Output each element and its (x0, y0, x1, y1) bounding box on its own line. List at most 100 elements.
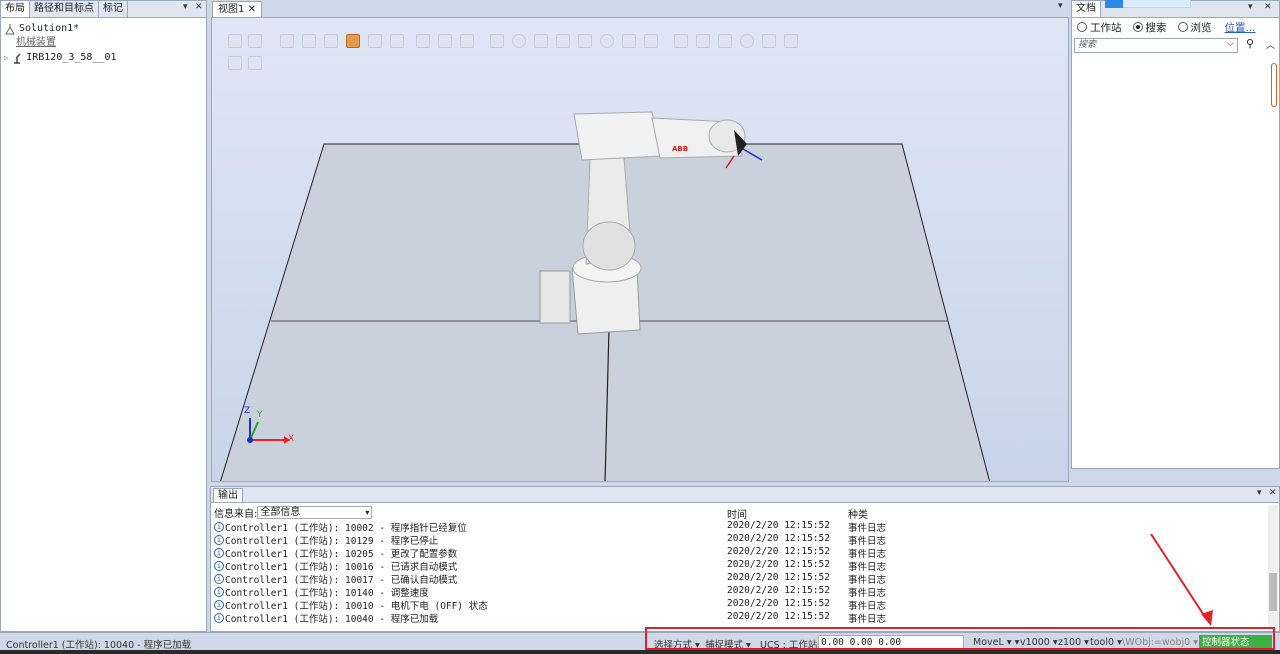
output-scrollbar[interactable] (1268, 505, 1278, 629)
log-message: Controller1 (工作站): 10016 - 已请求自动模式 (225, 561, 458, 573)
expand-icon[interactable]: ▷ (4, 54, 8, 62)
log-kind: 事件日志 (848, 575, 887, 586)
radio-search[interactable] (1132, 22, 1143, 32)
mechanism-group[interactable]: 机械装置 (1, 36, 206, 50)
axis-label-x: X (288, 434, 295, 444)
view-tabs: 视图1 ✕ ▾ (210, 0, 1070, 17)
log-time: 2020/2/20 12:15:52 (727, 598, 830, 609)
close-icon[interactable]: ✕ (195, 2, 203, 12)
log-kind: 事件日志 (848, 601, 887, 612)
doc-scope-radios: 工作站 搜索 浏览 位置... (1072, 18, 1279, 36)
left-panel-tabs: 布局 路径和目标点 标记 ▾ ✕ (1, 1, 206, 18)
tool-dropdown[interactable]: tool0 ▾ (1090, 637, 1122, 648)
log-row[interactable]: i Controller1 (工作站): 10205 - 更改了配置参数 (214, 546, 458, 560)
log-message: Controller1 (工作站): 10010 - 电机下电 (OFF) 状态 (225, 600, 488, 612)
scroll-thumb[interactable] (1269, 573, 1277, 611)
chevron-down-icon: ▾ (365, 508, 370, 517)
tab-view1[interactable]: 视图1 ✕ (212, 1, 262, 17)
column-time[interactable]: 时间 (727, 506, 747, 521)
tab-paths-targets[interactable]: 路径和目标点 (30, 1, 99, 17)
log-message: Controller1 (工作站): 10140 - 调整速度 (225, 587, 429, 599)
doc-dropdown-icon[interactable]: ▾ (1248, 2, 1253, 12)
log-time: 2020/2/20 12:15:52 (727, 533, 830, 544)
info-icon: i (214, 586, 224, 597)
taskbar-strip (0, 650, 1280, 654)
annotation-arrow (1150, 533, 1213, 626)
axis-label-y: Y (257, 410, 263, 420)
speed-dropdown[interactable]: v1000 ▾ (1020, 637, 1058, 648)
log-time: 2020/2/20 12:15:52 (727, 546, 830, 557)
view-dropdown-icon[interactable]: ▾ (1058, 1, 1063, 11)
log-kind: 事件日志 (848, 562, 887, 573)
info-icon: i (214, 560, 224, 571)
log-kind: 事件日志 (848, 523, 887, 534)
select-mode-dropdown[interactable]: 选择方式 ▾ (654, 637, 700, 651)
info-icon: i (214, 612, 224, 623)
column-kind[interactable]: 种类 (848, 506, 868, 521)
log-row[interactable]: i Controller1 (工作站): 10040 - 程序已加载 (214, 611, 438, 625)
doc-scrollbar[interactable] (1271, 63, 1277, 107)
log-time: 2020/2/20 12:15:52 (727, 520, 830, 531)
radio-browse[interactable] (1177, 22, 1188, 32)
info-icon: i (214, 521, 224, 532)
robot-label: IRB120_3_58__01 (26, 52, 117, 63)
view-panel: 视图1 ✕ ▾ ABB X Z Y (210, 0, 1070, 482)
ucs-label: UCS : 工作站 (760, 640, 818, 651)
radio-search-label: 搜索 (1145, 21, 1167, 34)
radio-station[interactable] (1077, 22, 1087, 32)
location-link[interactable]: 位置... (1225, 20, 1256, 35)
move-instruction-dropdown[interactable]: MoveL ▾ ▾ (973, 637, 1019, 648)
zone-dropdown[interactable]: z100 ▾ (1058, 637, 1089, 648)
output-dropdown-icon[interactable]: ▾ (1257, 488, 1262, 498)
log-row[interactable]: i Controller1 (工作站): 10017 - 已确认自动模式 (214, 572, 458, 586)
info-icon: i (214, 573, 224, 584)
doc-close-icon[interactable]: ✕ (1264, 2, 1272, 12)
output-tabs: 输出 ▾ ✕ (211, 487, 1279, 503)
station-icon (4, 23, 16, 35)
robot-joint-2 (582, 221, 636, 271)
log-message: Controller1 (工作站): 10205 - 更改了配置参数 (225, 548, 458, 560)
overlay-widget-icon (1105, 0, 1123, 8)
viewport-3d[interactable]: ABB X Z Y (211, 17, 1069, 482)
log-row[interactable]: i Controller1 (工作站): 10010 - 电机下电 (OFF) … (214, 598, 488, 612)
tab-layout[interactable]: 布局 (1, 1, 30, 17)
robot-logo: ABB (672, 145, 689, 153)
log-row[interactable]: i Controller1 (工作站): 10129 - 程序已停止 (214, 533, 439, 547)
solution-label: Solution1* (19, 23, 80, 34)
close-tab-icon[interactable]: ✕ (248, 4, 256, 15)
axis-label-z: Z (244, 406, 251, 416)
log-row[interactable]: i Controller1 (工作站): 10002 - 程序指针已经复位 (214, 520, 467, 534)
info-icon: i (214, 599, 224, 610)
coordinate-display[interactable]: 0.00 0.00 0.00 (818, 635, 964, 650)
wobj-dropdown[interactable]: \WObj:=wobj0 ▾ (1122, 637, 1198, 648)
tab-output[interactable]: 输出 (213, 488, 243, 502)
filter-select[interactable]: 全部信息 ▾ (257, 506, 373, 519)
tab-documents[interactable]: 文档 (1072, 1, 1101, 17)
tree-item-robot[interactable]: ▷ IRB120_3_58__01 (1, 50, 206, 65)
scene-svg (220, 111, 990, 481)
log-kind: 事件日志 (848, 549, 887, 560)
log-message: Controller1 (工作站): 10017 - 已确认自动模式 (225, 574, 458, 586)
collapse-icon[interactable]: ︿ (1266, 38, 1275, 51)
log-message: Controller1 (工作站): 10129 - 程序已停止 (225, 535, 439, 547)
search-dropdown-icon[interactable]: ⌵ (1227, 39, 1234, 49)
search-icon[interactable]: ⚲ (1246, 37, 1254, 50)
log-time: 2020/2/20 12:15:52 (727, 559, 830, 570)
log-kind: 事件日志 (848, 588, 887, 599)
dropdown-icon[interactable]: ▾ (183, 2, 188, 12)
robot-icon (11, 52, 23, 64)
robot-shoulder (573, 111, 663, 161)
tab-tags[interactable]: 标记 (99, 1, 128, 17)
layout-panel: 布局 路径和目标点 标记 ▾ ✕ Solution1* 机械装置 ▷ IRB12… (0, 0, 207, 632)
log-row[interactable]: i Controller1 (工作站): 10140 - 调整速度 (214, 585, 429, 599)
controller-status[interactable]: 控制器状态 (1199, 635, 1272, 650)
radio-station-label: 工作站 (1090, 21, 1122, 34)
info-icon: i (214, 534, 224, 545)
log-row[interactable]: i Controller1 (工作站): 10016 - 已请求自动模式 (214, 559, 458, 573)
output-close-icon[interactable]: ✕ (1269, 488, 1277, 498)
log-message: Controller1 (工作站): 10002 - 程序指针已经复位 (225, 522, 467, 534)
doc-search-input[interactable]: 搜索 (1074, 38, 1238, 53)
snap-mode-dropdown[interactable]: 捕捉模式 ▾ (705, 637, 751, 651)
tree-root[interactable]: Solution1* (1, 21, 206, 36)
log-kind: 事件日志 (848, 536, 887, 547)
